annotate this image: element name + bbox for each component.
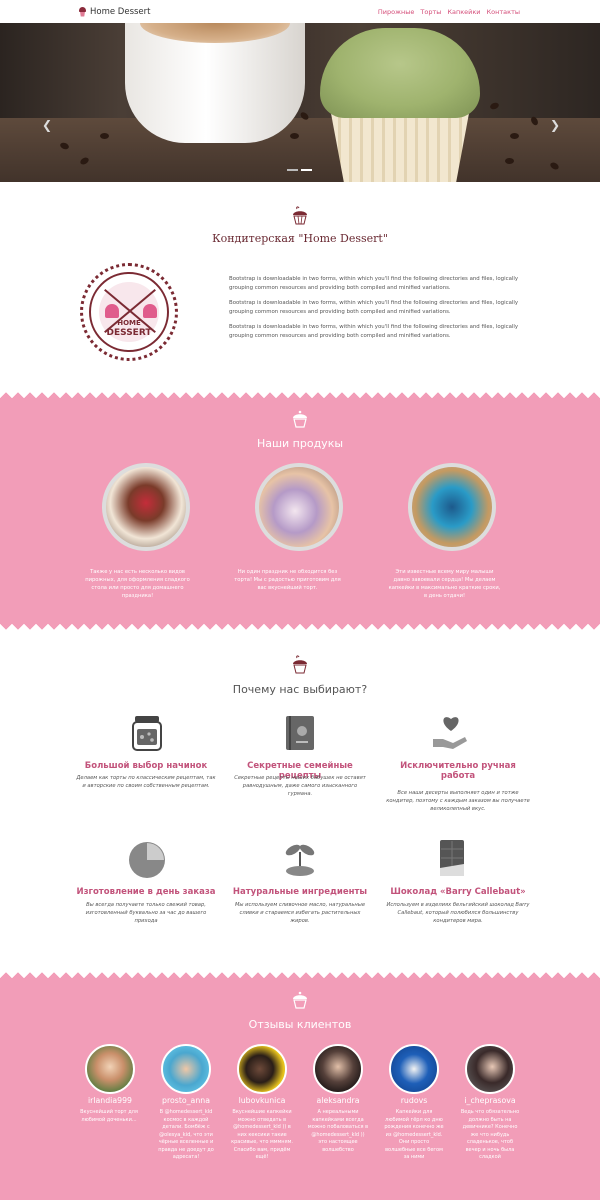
- feature-title: Большой выбор начинок: [84, 761, 208, 771]
- product-pastries-desc: Также у нас есть несколько видов пирожны…: [85, 569, 190, 599]
- recipe-book-icon: [286, 716, 314, 750]
- home-dessert-logo: HOME DESSERT: [80, 263, 178, 361]
- logo-text-dessert: DESSERT: [106, 328, 152, 338]
- chocolate-icon: [440, 840, 464, 876]
- review-author[interactable]: rudovs: [374, 1096, 454, 1105]
- coffee-bean: [510, 133, 519, 139]
- feature-desc: Секретные рецепты наших бабушек не остав…: [234, 775, 366, 797]
- feature-desc: Все наши десерты выполняет один и тотже …: [386, 790, 530, 812]
- cupcake-icon: [293, 655, 307, 674]
- logo-badge: HOME DESSERT: [89, 272, 169, 352]
- brand-link[interactable]: Home Dessert: [78, 6, 151, 17]
- product-pastries-image[interactable]: [102, 463, 190, 551]
- review-text: В @homedessert_kld космос в каждой детал…: [158, 1109, 214, 1160]
- review-text: Капкейки для любимой гёрл ко дню рождени…: [384, 1109, 444, 1160]
- review-avatar[interactable]: [237, 1044, 287, 1094]
- product-cupcakes-image[interactable]: [408, 463, 496, 551]
- feature-desc: Делаем как торты по классическим рецепта…: [76, 775, 216, 789]
- hero-cupcake-wrapper: [330, 108, 470, 182]
- feature-desc: Мы используем сливочное масло, натуральн…: [234, 902, 366, 924]
- carousel-indicators: [287, 169, 312, 171]
- carousel-indicator-active[interactable]: [301, 169, 312, 171]
- review-author[interactable]: i_cheprasova: [450, 1096, 530, 1105]
- about-paragraph: Bootstrap is downloadable in two forms, …: [229, 324, 519, 339]
- cupcake-logo-icon: [78, 6, 87, 17]
- navbar: Home Dessert Пирожные Торты Капкейки Кон…: [0, 0, 600, 23]
- zigzag-top: [0, 965, 600, 979]
- review-avatar[interactable]: [85, 1044, 135, 1094]
- hero-carousel: ❮ ❯: [0, 23, 600, 182]
- feature-desc: Вы всегда получаете только свежий товар,…: [85, 902, 207, 924]
- clock-icon: [129, 842, 165, 878]
- cupcake-white-icon: [293, 410, 307, 428]
- review-text: А нереальными капкейками всегда можно по…: [307, 1109, 369, 1153]
- logo-cupcake-left: [105, 304, 119, 318]
- review-avatar[interactable]: [161, 1044, 211, 1094]
- review-author[interactable]: aleksandra: [298, 1096, 378, 1105]
- reviews-title: Отзывы клиентов: [248, 1018, 352, 1031]
- logo-cupcake-right: [143, 304, 157, 318]
- review-avatar[interactable]: [465, 1044, 515, 1094]
- coffee-bean: [489, 101, 500, 111]
- review-avatar[interactable]: [313, 1044, 363, 1094]
- nav-item-cupcakes[interactable]: Капкейки: [447, 8, 480, 16]
- review-text: Вкуснейшие капкейки можно отведать в @ho…: [231, 1109, 293, 1160]
- coffee-bean: [100, 133, 109, 139]
- review-author[interactable]: lubovkunica: [222, 1096, 302, 1105]
- carousel-next-icon[interactable]: ❯: [550, 118, 560, 132]
- nav-item-contacts[interactable]: Контакты: [487, 8, 520, 16]
- review-author[interactable]: prosto_anna: [146, 1096, 226, 1105]
- review-text: Ведь что обязательно должно быть на деви…: [460, 1109, 520, 1160]
- review-author[interactable]: irlandia999: [70, 1096, 150, 1105]
- review-text: Вкуснейший торт для любимой доченьки...: [80, 1109, 138, 1123]
- about-paragraph: Bootstrap is downloadable in two forms, …: [229, 276, 519, 291]
- zigzag-top: [0, 385, 600, 399]
- products-title: Наши продукы: [256, 437, 344, 450]
- feature-desc: Используем в изделиях бельгийский шокола…: [386, 902, 530, 924]
- hero-wood-board: [0, 118, 600, 182]
- feature-title: Изготовление в день заказа: [76, 887, 216, 897]
- review-avatar[interactable]: [389, 1044, 439, 1094]
- heart-hand-icon: [433, 717, 467, 749]
- coffee-bean: [505, 158, 514, 164]
- product-cakes-image[interactable]: [255, 463, 343, 551]
- nav-item-pastries[interactable]: Пирожные: [378, 8, 414, 16]
- nav-item-cakes[interactable]: Торты: [420, 8, 441, 16]
- product-cakes-desc: Ни один праздник не обходится без торта!…: [234, 569, 341, 591]
- feature-title: Шоколад «Barry Callebaut»: [390, 887, 526, 897]
- jar-icon: [132, 716, 162, 751]
- cupcake-icon: [293, 206, 307, 225]
- product-cupcakes-desc: Эти известные всему миру малыши давно за…: [388, 569, 501, 599]
- about-text: Bootstrap is downloadable in two forms, …: [229, 275, 529, 347]
- zigzag-bottom: [0, 623, 600, 637]
- cupcake-white-icon: [293, 991, 307, 1009]
- nav-menu: Пирожные Торты Капкейки Контакты: [378, 8, 520, 16]
- hero-cupcake-frosting: [320, 28, 480, 118]
- plant-icon: [285, 844, 315, 876]
- carousel-indicator[interactable]: [287, 169, 298, 171]
- coffee-bean: [290, 133, 299, 139]
- about-paragraph: Bootstrap is downloadable in two forms, …: [229, 300, 519, 315]
- feature-title: Исключительно ручная работа: [400, 761, 516, 781]
- logo-text-home: HOME: [117, 319, 141, 327]
- why-title: Почему нас выбирают?: [232, 683, 368, 696]
- feature-title: Натуральные ингредиенты: [232, 887, 368, 897]
- carousel-prev-icon[interactable]: ❮: [42, 118, 52, 132]
- about-title: Кондитерская "Home Dessert": [212, 232, 388, 245]
- brand-name: Home Dessert: [90, 6, 151, 17]
